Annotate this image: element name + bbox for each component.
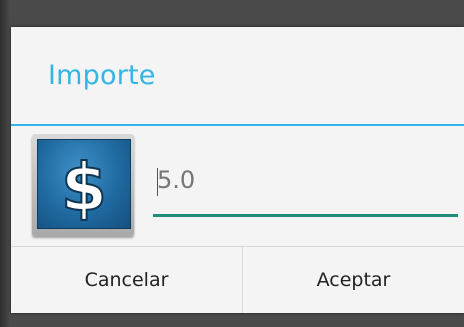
amount-input-underline [153,214,458,217]
dollar-sign-icon: $ [32,134,134,236]
dialog-title: Importe [48,60,156,91]
dollar-icon-face: $ [37,139,131,229]
dialog-button-bar: Cancelar Aceptar [11,246,464,313]
dialog-content: $ [11,126,464,246]
dialog-title-bar: Importe [11,27,464,124]
svg-text:$: $ [61,149,107,226]
cancel-button[interactable]: Cancelar [11,247,242,313]
text-caret [157,168,158,196]
accept-button[interactable]: Aceptar [243,247,464,313]
screen-background: Importe $ Cancelar Aceptar [0,0,464,327]
amount-dialog: Importe $ Cancelar Aceptar [11,27,464,313]
amount-field[interactable] [153,146,458,221]
amount-input[interactable] [153,146,458,214]
